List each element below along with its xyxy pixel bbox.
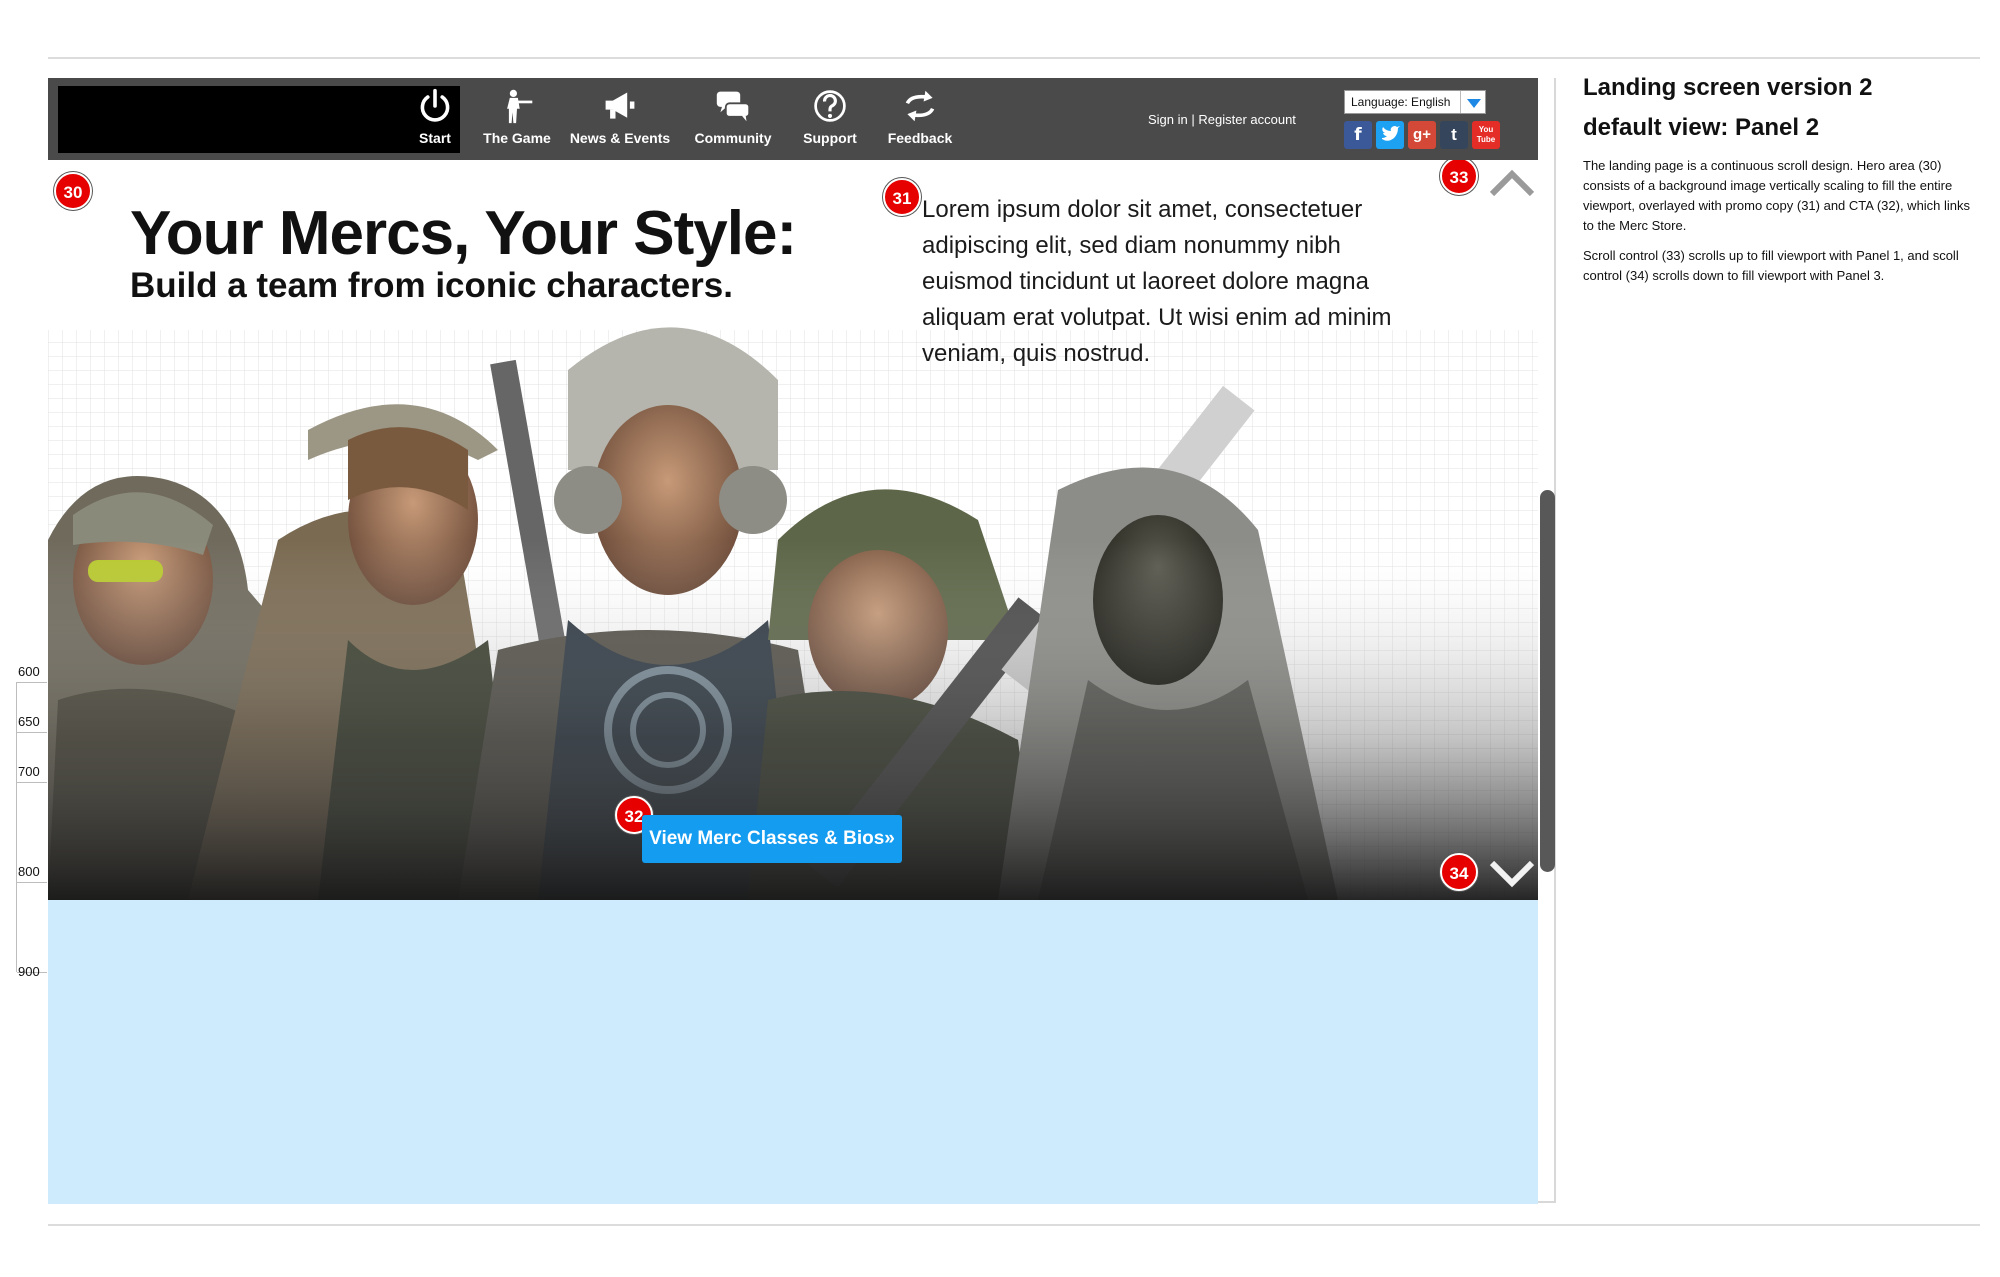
- annotation-paragraph: The landing page is a continuous scroll …: [1583, 158, 1971, 233]
- scroll-up-chevron-icon[interactable]: [1488, 164, 1536, 200]
- nav-label: Community: [694, 130, 772, 146]
- callout-badge-30: 30: [54, 172, 92, 210]
- nav-start[interactable]: Start: [395, 86, 475, 158]
- hero-area: 30 Your Mercs, Your Style: Build a team …: [48, 160, 1538, 900]
- nav-community[interactable]: Community: [678, 86, 788, 158]
- megaphone-icon: [605, 92, 635, 119]
- facebook-icon[interactable]: f: [1344, 121, 1372, 149]
- separator: |: [1187, 112, 1199, 127]
- nav-label: Feedback: [887, 130, 953, 146]
- google-plus-icon[interactable]: g+: [1408, 121, 1436, 149]
- sign-in-link[interactable]: Sign in: [1148, 112, 1188, 127]
- account-links: Sign in | Register account: [1148, 112, 1296, 127]
- nav-label: Support: [803, 130, 857, 146]
- annotation-paragraph: Scroll control (33) scrolls up to fill v…: [1583, 248, 1959, 283]
- chat-bubbles-icon: [716, 91, 751, 122]
- ruler-label: 800: [18, 864, 40, 879]
- ruler-label: 650: [18, 714, 40, 729]
- bottom-divider: [48, 1224, 1980, 1226]
- view-merc-classes-button[interactable]: View Merc Classes & Bios»: [642, 815, 902, 863]
- language-select[interactable]: Language: English: [1344, 90, 1486, 114]
- nav-feedback[interactable]: Feedback: [870, 86, 970, 158]
- nav-news-events[interactable]: News & Events: [560, 86, 680, 158]
- soldier-icon: [507, 89, 533, 124]
- ruler-label: 600: [18, 664, 40, 679]
- language-select-value: Language: English: [1351, 95, 1451, 109]
- scrollbar-thumb[interactable]: [1540, 490, 1555, 872]
- hero-subheadline: Build a team from iconic characters.: [130, 266, 733, 305]
- hero-headline: Your Mercs, Your Style:: [130, 199, 797, 268]
- callout-badge-31: 31: [883, 178, 921, 216]
- refresh-arrows-icon: [905, 90, 935, 122]
- question-icon: [814, 90, 846, 122]
- scroll-down-chevron-icon[interactable]: [1488, 855, 1536, 891]
- site-header: Start The Game News & Events Community S…: [48, 78, 1538, 160]
- chevron-down-icon: [1460, 91, 1485, 113]
- nav-label: News & Events: [569, 130, 671, 146]
- nav-label: Start: [419, 130, 451, 146]
- panel-3-placeholder: [48, 900, 1538, 1204]
- top-divider: [48, 57, 1980, 59]
- ruler-label: 900: [18, 964, 40, 979]
- cta-label: View Merc Classes & Bios: [649, 828, 885, 849]
- power-icon: [420, 88, 450, 122]
- register-account-link[interactable]: Register account: [1198, 112, 1296, 127]
- annotation-title: Landing screen version 2: [1583, 74, 1873, 101]
- annotation-subtitle: default view: Panel 2: [1583, 114, 1820, 141]
- double-chevron-icon: »: [884, 828, 895, 849]
- twitter-icon[interactable]: [1376, 121, 1404, 149]
- nav-label: The Game: [483, 130, 551, 146]
- callout-badge-34: 34: [1440, 853, 1478, 891]
- tumblr-icon[interactable]: t: [1440, 121, 1468, 149]
- promo-copy: Lorem ipsum dolor sit amet, consectetuer…: [922, 196, 1392, 367]
- nav-the-game[interactable]: The Game: [472, 86, 562, 158]
- youtube-icon[interactable]: You Tube: [1472, 121, 1500, 149]
- nav-support[interactable]: Support: [785, 86, 875, 158]
- ruler-label: 700: [18, 764, 40, 779]
